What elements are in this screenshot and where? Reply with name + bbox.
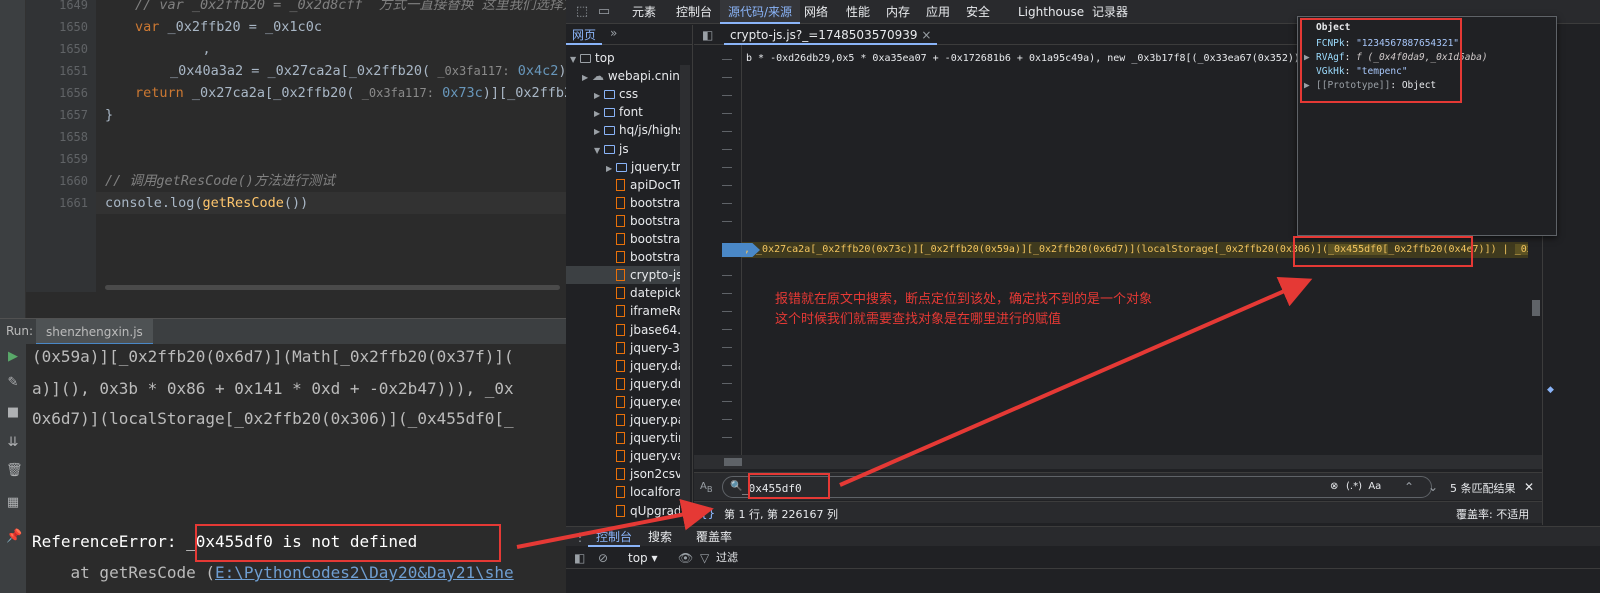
arrow-search-to-code (839, 276, 1313, 487)
arrow-error-to-search (516, 498, 714, 549)
annotation-arrows (516, 276, 1313, 549)
